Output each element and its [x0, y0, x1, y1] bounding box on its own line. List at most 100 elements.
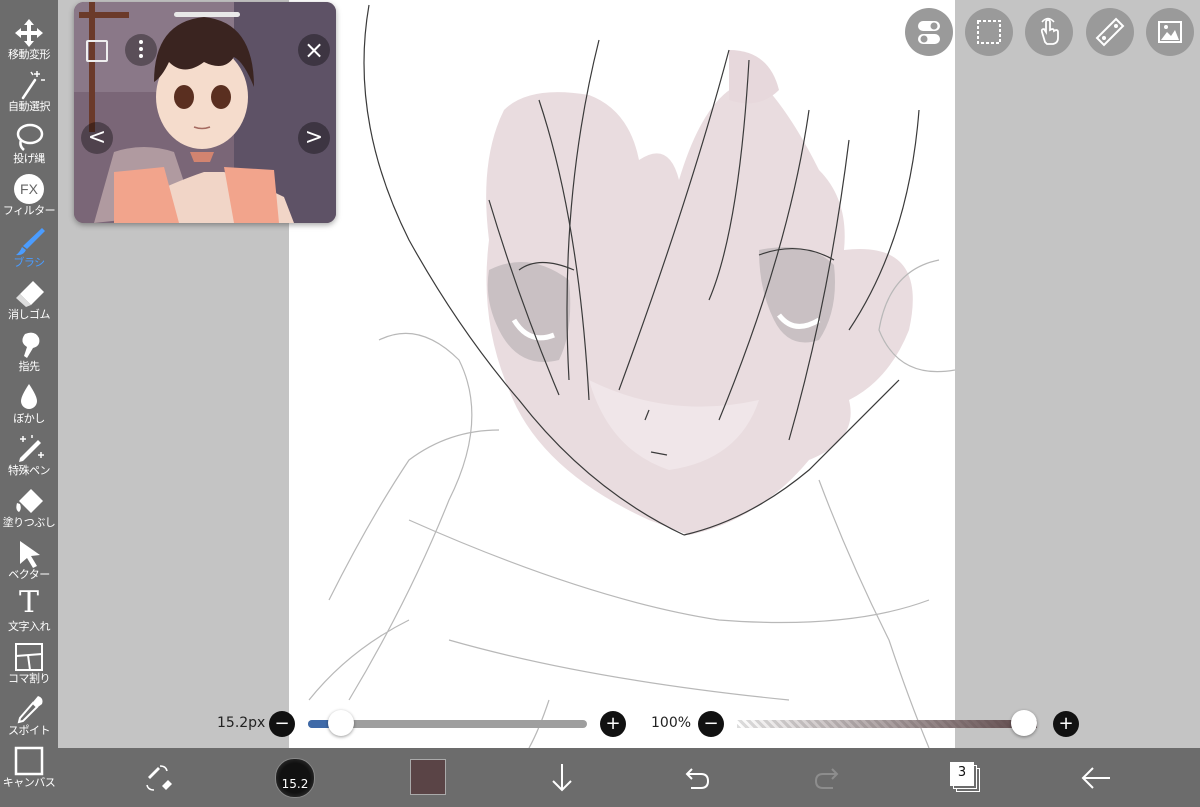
layer-count-badge: 3: [950, 762, 974, 786]
opacity-decrease-button[interactable]: −: [698, 711, 724, 737]
text-icon: T: [11, 586, 47, 620]
image-icon: [1158, 21, 1182, 43]
move-icon: [15, 19, 43, 47]
reference-image: [74, 2, 336, 223]
brush-size-preview-value: 15.2: [281, 777, 309, 791]
layer-count: 3: [957, 765, 967, 780]
tool-special-pen[interactable]: 特殊ペン: [0, 430, 58, 482]
tool-filter[interactable]: FX フィルター: [0, 170, 58, 222]
toggle-icon: [918, 21, 940, 44]
eyedropper-icon: [17, 696, 43, 724]
selection-button[interactable]: [965, 8, 1013, 56]
tool-label: 移動変形: [8, 48, 51, 61]
tool-canvas[interactable]: キャンバス: [0, 742, 58, 794]
plus-icon: +: [1058, 713, 1074, 734]
fx-icon-text: FX: [20, 181, 38, 197]
tool-move[interactable]: 移動変形: [0, 14, 58, 66]
reference-next-button[interactable]: >: [298, 122, 330, 154]
brush-size-value: 15.2px: [217, 715, 266, 731]
frame-divider-icon: [15, 643, 43, 671]
swap-brush-eraser-icon: [146, 765, 172, 791]
minus-icon: −: [274, 713, 290, 734]
hand-touch-icon: [1040, 17, 1059, 45]
brush-size-decrease-button[interactable]: −: [269, 711, 295, 737]
opacity-slider-knob[interactable]: [1011, 710, 1037, 736]
canvas-icon: [14, 746, 44, 776]
opacity-value: 100%: [651, 715, 692, 731]
tool-eraser[interactable]: 消しゴム: [0, 274, 58, 326]
plus-icon: +: [605, 713, 621, 734]
material-button[interactable]: [1146, 8, 1194, 56]
ruler-button[interactable]: [1086, 8, 1134, 56]
ruler-icon: [1095, 17, 1125, 47]
redo-icon: [814, 768, 839, 789]
layers-button[interactable]: 3: [946, 760, 982, 796]
left-toolbar: 移動変形 自動選択 投げ縄 FX フィルター ブラシ 消しゴム 指先 ぼかし 特…: [0, 0, 58, 807]
brush-icon: [16, 228, 45, 256]
more-vertical-icon: [139, 40, 143, 44]
minus-icon: −: [703, 713, 719, 734]
close-icon: ×: [303, 36, 325, 64]
drawing-canvas[interactable]: [289, 0, 955, 748]
tool-brush[interactable]: ブラシ: [0, 222, 58, 274]
chevron-right-icon: >: [304, 125, 324, 150]
tool-label: フィルター: [2, 204, 56, 217]
reference-menu-button[interactable]: [125, 34, 157, 66]
reference-frame-toggle-icon[interactable]: [86, 40, 108, 62]
tool-label: ぼかし: [13, 412, 45, 425]
tool-fill[interactable]: 塗りつぶし: [0, 482, 58, 534]
opacity-slider[interactable]: [737, 710, 1037, 736]
sketch-artwork: [308, 4, 955, 748]
tool-auto-select[interactable]: 自動選択: [0, 66, 58, 118]
lasso-icon: [16, 123, 44, 151]
reference-prev-button[interactable]: <: [81, 122, 113, 154]
touch-button[interactable]: [1025, 8, 1073, 56]
brush-size-increase-button[interactable]: +: [600, 711, 626, 737]
chevron-left-icon: <: [87, 125, 107, 150]
swap-brush-eraser-button[interactable]: [140, 760, 176, 796]
tool-label: ベクター: [8, 568, 50, 581]
redo-button[interactable]: [811, 760, 847, 796]
tool-label: ブラシ: [13, 256, 45, 269]
back-arrow-icon: [1081, 767, 1110, 789]
color-swatch[interactable]: [410, 759, 446, 795]
tool-eyedropper[interactable]: スポイト: [0, 690, 58, 742]
reference-drag-handle[interactable]: [174, 12, 240, 17]
reference-close-button[interactable]: ×: [298, 34, 330, 66]
tool-label: 消しゴム: [8, 308, 51, 321]
selection-icon: [977, 20, 1001, 44]
tool-label: コマ割り: [8, 672, 51, 685]
reference-window[interactable]: × < >: [74, 2, 336, 223]
tool-frame-divider[interactable]: コマ割り: [0, 638, 58, 690]
tool-label: キャンバス: [2, 776, 56, 789]
tool-label: 自動選択: [8, 100, 51, 113]
tool-text[interactable]: T 文字入れ: [0, 586, 58, 638]
download-arrow-icon: [552, 764, 572, 792]
opacity-increase-button[interactable]: +: [1053, 711, 1079, 737]
eraser-icon: [16, 281, 44, 307]
undo-button[interactable]: [677, 760, 713, 796]
brush-size-slider[interactable]: [308, 710, 587, 736]
tool-label: 塗りつぶし: [2, 516, 56, 529]
special-pen-icon: [19, 435, 44, 462]
tool-vector[interactable]: ベクター: [0, 534, 58, 586]
tool-label: 指先: [18, 360, 41, 373]
fx-icon: FX: [14, 174, 44, 204]
tool-label: 投げ縄: [13, 152, 45, 165]
vector-arrow-icon: [20, 541, 40, 568]
tool-lasso[interactable]: 投げ縄: [0, 118, 58, 170]
undo-icon: [685, 768, 710, 789]
tool-smudge[interactable]: 指先: [0, 326, 58, 378]
tool-label: 特殊ペン: [8, 464, 51, 477]
text-icon-glyph: T: [18, 585, 39, 620]
toggle-button[interactable]: [905, 8, 953, 56]
save-button[interactable]: [544, 760, 580, 796]
tool-blur[interactable]: ぼかし: [0, 378, 58, 430]
brush-size-preview[interactable]: 15.2: [275, 758, 315, 798]
back-button[interactable]: [1078, 760, 1114, 796]
fill-icon: [16, 489, 43, 513]
tool-label: 文字入れ: [8, 620, 51, 633]
blur-drop-icon: [21, 384, 37, 409]
smudge-icon: [22, 332, 40, 358]
tool-label: スポイト: [8, 724, 51, 737]
